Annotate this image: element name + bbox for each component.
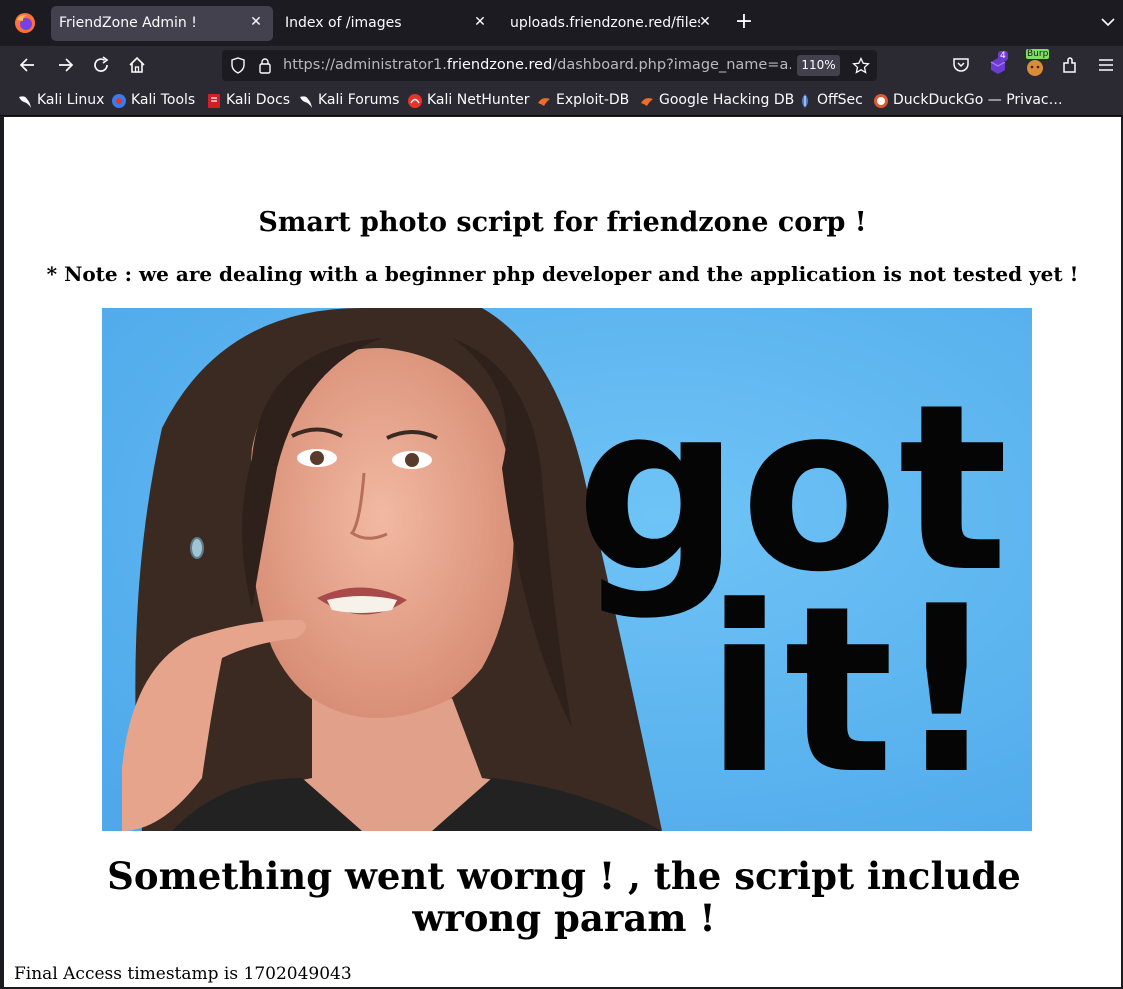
exploitdb-icon xyxy=(641,98,653,106)
close-icon[interactable]: ✕ xyxy=(248,14,264,30)
bookmark-star-icon[interactable] xyxy=(852,57,870,75)
extension-badge-icon[interactable]: 4 xyxy=(987,51,1009,77)
close-icon[interactable]: ✕ xyxy=(472,14,488,30)
url-host: friendzone.red xyxy=(446,57,553,73)
lock-icon[interactable] xyxy=(258,57,272,74)
bookmark-label: Exploit-DB xyxy=(556,92,630,108)
offsec-icon xyxy=(802,94,808,108)
reload-icon[interactable] xyxy=(91,55,111,75)
exploitdb-icon xyxy=(538,98,550,106)
firefox-icon[interactable] xyxy=(14,12,36,34)
tab-index-images[interactable]: Index of /images ✕ xyxy=(277,6,497,41)
extensions-icon[interactable] xyxy=(1060,55,1080,75)
bookmark-label: Google Hacking DB xyxy=(659,92,795,108)
burp-icon[interactable]: Burp xyxy=(1024,49,1050,77)
image-text-it: it! xyxy=(705,558,999,825)
pocket-icon[interactable] xyxy=(951,55,971,75)
bookmark-label: Kali Tools xyxy=(131,92,196,108)
close-icon[interactable]: ✕ xyxy=(697,14,713,30)
bookmarks-toolbar: Kali Linux Kali Tools Kali Docs Kali For… xyxy=(0,86,1123,116)
kali-dragon-icon xyxy=(19,96,31,108)
url-text[interactable]: https://administrator1.friendzone.red/da… xyxy=(283,57,791,73)
bookmark-label: Kali Docs xyxy=(226,92,291,108)
shield-icon[interactable] xyxy=(230,57,246,74)
error-message: Something went worng ! , the script incl… xyxy=(107,854,1021,940)
menu-icon[interactable] xyxy=(1096,55,1116,75)
navigation-toolbar: https://administrator1.friendzone.red/da… xyxy=(0,46,1123,86)
tab-bar: FriendZone Admin ! ✕ Index of /images ✕ … xyxy=(0,0,1123,46)
tab-label: FriendZone Admin ! xyxy=(59,15,197,31)
kali-dragon-icon xyxy=(300,96,312,108)
duckduckgo-icon xyxy=(874,94,888,108)
bookmark-label: Kali Linux xyxy=(37,92,105,108)
kali-docs-icon xyxy=(208,94,220,108)
access-timestamp: Final Access timestamp is 1702049043 xyxy=(14,964,352,984)
page-content: Smart photo script for friendzone corp !… xyxy=(4,117,1121,987)
url-path: /dashboard.php?image_name=a.jpg& xyxy=(552,57,791,73)
page-note: * Note : we are dealing with a beginner … xyxy=(46,262,1079,286)
tab-label: Index of /images xyxy=(285,15,402,31)
burp-badge: Burp xyxy=(1026,49,1050,59)
home-icon[interactable] xyxy=(127,55,147,75)
url-prefix: https://administrator1. xyxy=(283,57,447,73)
forward-icon[interactable] xyxy=(55,55,75,75)
dashboard-image: got it! xyxy=(102,308,1032,831)
tab-label: uploads.friendzone.red/files/ xyxy=(510,15,700,31)
back-icon[interactable] xyxy=(18,55,38,75)
chevron-down-icon[interactable] xyxy=(1100,14,1116,30)
nethunter-icon xyxy=(408,94,422,108)
bookmark-label: OffSec xyxy=(817,92,863,108)
tab-uploads-files[interactable]: uploads.friendzone.red/files/ ✕ xyxy=(502,6,722,41)
extension-badge-count: 4 xyxy=(998,51,1008,61)
tab-friendzone-admin[interactable]: FriendZone Admin ! ✕ xyxy=(51,6,273,41)
bookmark-label: Kali Forums xyxy=(318,92,400,108)
kali-tools-icon xyxy=(112,94,126,108)
bookmark-label: DuckDuckGo — Privac… xyxy=(893,92,1063,108)
page-title: Smart photo script for friendzone corp ! xyxy=(258,207,867,238)
address-bar[interactable]: https://administrator1.friendzone.red/da… xyxy=(222,50,877,81)
zoom-level-button[interactable]: 110% xyxy=(797,55,840,76)
got-it-photo: got it! xyxy=(102,308,1032,831)
new-tab-button[interactable]: + xyxy=(734,11,754,34)
bookmark-label: Kali NetHunter xyxy=(427,92,530,108)
